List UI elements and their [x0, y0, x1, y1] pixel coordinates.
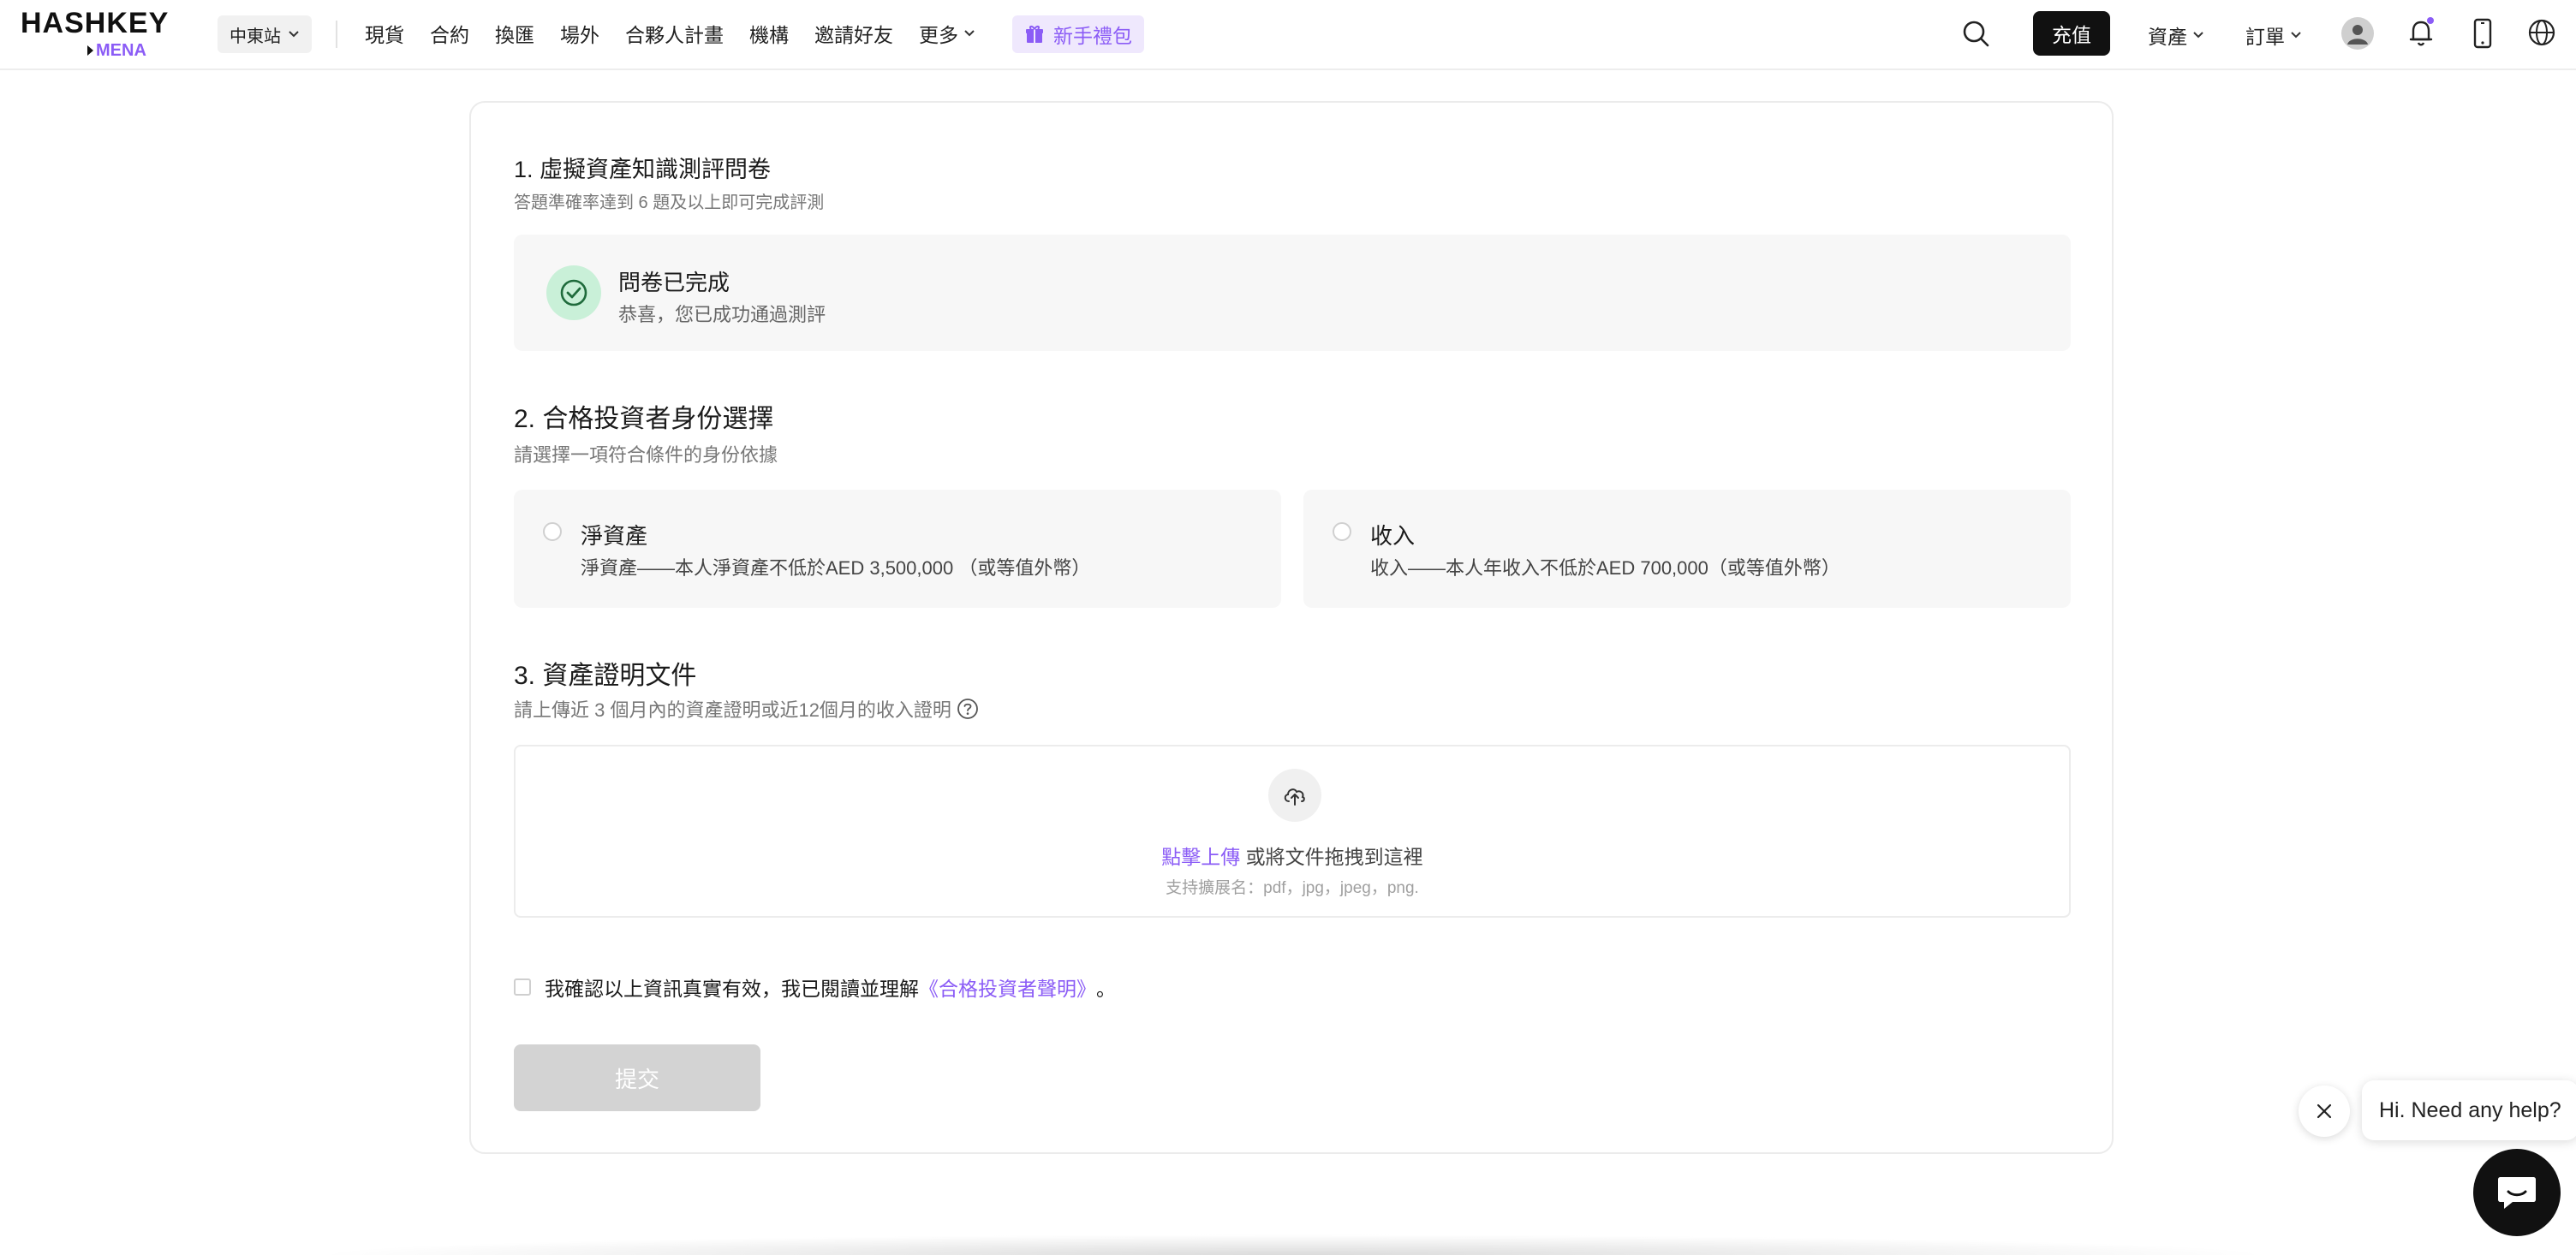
chevron-down-icon — [2291, 32, 2301, 39]
radio-income[interactable] — [1333, 522, 1351, 541]
search-icon[interactable] — [1961, 19, 1990, 48]
help-close-button[interactable] — [2299, 1085, 2350, 1137]
deposit-button[interactable]: 充值 — [2033, 11, 2110, 56]
user-avatar[interactable] — [2341, 17, 2374, 50]
upload-extensions-hint: 支持擴展名：pdf，jpg，jpeg，png. — [1166, 879, 1419, 897]
brand-region: MENA — [96, 41, 146, 60]
nav-partner[interactable]: 合夥人計畫 — [625, 19, 724, 48]
assets-label: 資產 — [2148, 26, 2187, 48]
status-badge — [546, 265, 601, 320]
nav-otc[interactable]: 場外 — [560, 19, 599, 48]
nav-futures[interactable]: 合約 — [430, 19, 469, 48]
agreement-text: 我確認以上資訊真實有效，我已閱讀並理解 — [545, 978, 919, 1000]
upload-badge — [1268, 769, 1321, 822]
nav-institution[interactable]: 機構 — [749, 19, 789, 48]
chevron-down-icon — [964, 30, 975, 37]
section-2-title: 2. 合格投資者身份選擇 — [514, 405, 774, 433]
upload-link[interactable]: 點擊上傳 — [1161, 846, 1240, 868]
mobile-app-icon[interactable] — [2468, 17, 2497, 50]
option-income-title: 收入 — [1370, 523, 1416, 549]
status-subtitle: 恭喜，您已成功通過測評 — [618, 304, 826, 325]
newbie-gift-button[interactable]: 新手禮包 — [1012, 15, 1144, 53]
section-2-subtitle: 請選擇一項符合條件的身份依據 — [514, 444, 778, 466]
station-selector[interactable]: 中東站 — [218, 15, 312, 53]
top-navbar: HASHKEY MENA 中東站 現貨 合約 換匯 場外 合夥人計畫 機構 邀請… — [0, 0, 2576, 70]
gift-icon — [1026, 26, 1043, 43]
nav-invite[interactable]: 邀請好友 — [814, 19, 893, 48]
investor-verification-card: 1. 虛擬資產知識測評問卷 答題準確率達到 6 題及以上即可完成評測 問卷已完成… — [469, 101, 2114, 1154]
agreement-checkbox[interactable] — [514, 978, 531, 996]
section-1-title: 1. 虛擬資產知識測評問卷 — [514, 157, 772, 182]
close-icon — [2317, 1103, 2332, 1119]
submit-button[interactable]: 提交 — [514, 1044, 760, 1111]
option-net-assets-desc: 淨資產——本人淨資產不低於AED 3,500,000 （或等值外幣） — [581, 557, 1091, 579]
section-3-title: 3. 資產證明文件 — [514, 662, 697, 690]
gift-label: 新手禮包 — [1053, 25, 1132, 47]
nav-spot[interactable]: 現貨 — [365, 19, 404, 48]
option-income[interactable]: 收入 收入——本人年收入不低於AED 700,000（或等值外幣） — [1303, 490, 2071, 608]
orders-label: 訂單 — [2245, 26, 2285, 48]
bottom-shadow — [308, 1234, 2278, 1255]
brand-logo[interactable]: HASHKEY MENA — [21, 5, 175, 60]
section-3-subtitle: 請上傳近 3 個月內的資產證明或近12個月的收入證明 — [514, 699, 951, 721]
investor-statement-link[interactable]: 《合格投資者聲明》 — [919, 972, 1096, 1002]
upload-instruction: 點擊上傳 或將文件拖拽到這裡 — [516, 841, 2069, 870]
brand-name: HASHKEY — [21, 7, 170, 39]
help-bubble[interactable]: Hi. Need any help? — [2362, 1080, 2576, 1140]
radio-net-assets[interactable] — [543, 522, 562, 541]
chat-launcher-button[interactable] — [2473, 1149, 2561, 1236]
agreement-row: 我確認以上資訊真實有效，我已閱讀並理解 《合格投資者聲明》 。 — [514, 972, 1116, 1002]
section-1-subtitle: 答題準確率達到 6 題及以上即可完成評測 — [514, 193, 825, 212]
question-circle-icon[interactable] — [957, 698, 979, 720]
nav-more-label: 更多 — [919, 24, 958, 46]
cloud-upload-icon — [1284, 788, 1305, 806]
agreement-suffix: 。 — [1096, 978, 1116, 1000]
orders-dropdown[interactable]: 訂單 — [2245, 21, 2302, 50]
questionnaire-status: 問卷已完成 恭喜，您已成功通過測評 — [514, 235, 2071, 351]
user-icon — [2347, 25, 2368, 45]
assets-dropdown[interactable]: 資產 — [2148, 21, 2204, 50]
nav-more[interactable]: 更多 — [919, 19, 975, 48]
main-nav: 現貨 合約 換匯 場外 合夥人計畫 機構 邀請好友 更多 — [365, 0, 1001, 67]
option-net-assets-title: 淨資產 — [581, 523, 648, 549]
brand-triangle-icon — [87, 45, 93, 56]
chevron-down-icon — [289, 31, 299, 38]
nav-convert[interactable]: 換匯 — [495, 19, 534, 48]
file-upload-dropzone[interactable]: 點擊上傳 或將文件拖拽到這裡 支持擴展名：pdf，jpg，jpeg，png. — [514, 745, 2071, 918]
check-circle-icon — [560, 279, 587, 306]
station-label: 中東站 — [230, 27, 281, 46]
option-income-desc: 收入——本人年收入不低於AED 700,000（或等值外幣） — [1370, 557, 1840, 579]
option-net-assets[interactable]: 淨資產 淨資產——本人淨資產不低於AED 3,500,000 （或等值外幣） — [514, 490, 1281, 608]
status-title: 問卷已完成 — [618, 270, 730, 295]
nav-divider — [336, 21, 337, 48]
chevron-down-icon — [2193, 32, 2203, 39]
chat-icon — [2498, 1177, 2536, 1209]
globe-icon[interactable] — [2526, 17, 2557, 48]
upload-drag-text: 或將文件拖拽到這裡 — [1240, 846, 1423, 868]
section-3-subtitle-row: 請上傳近 3 個月內的資產證明或近12個月的收入證明 — [514, 695, 979, 723]
bell-icon[interactable] — [2405, 15, 2439, 50]
